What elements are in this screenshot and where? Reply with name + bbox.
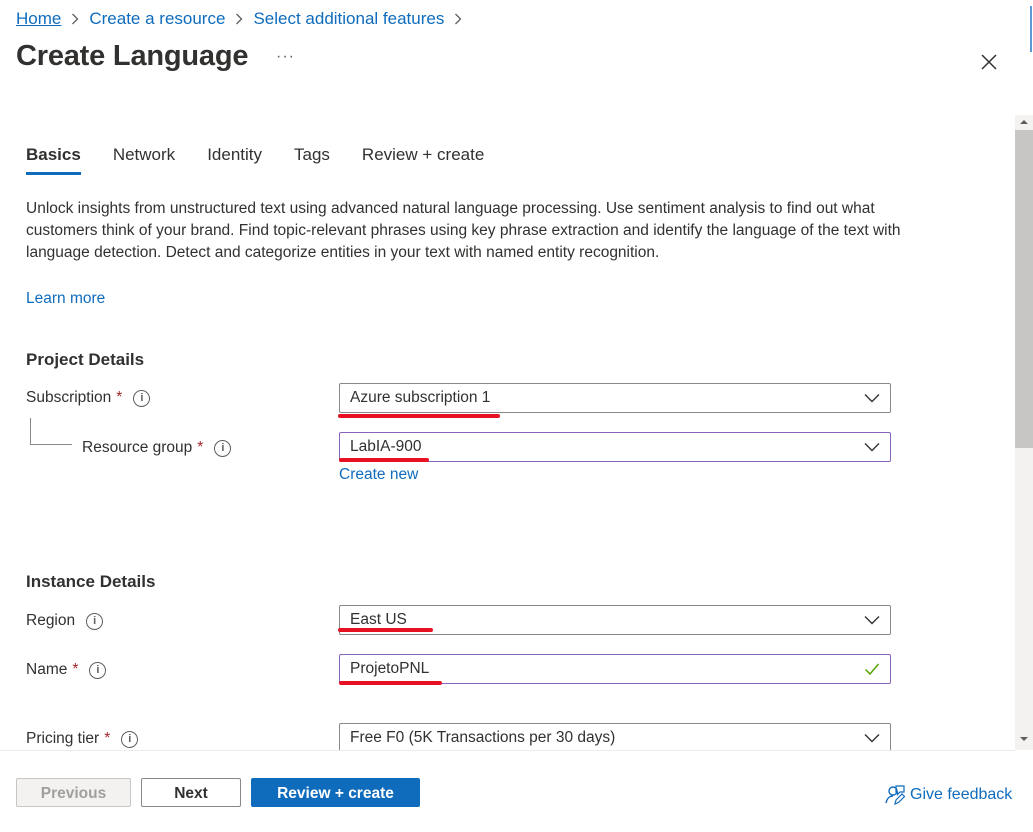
red-underline-annotation [339, 681, 442, 685]
previous-button[interactable]: Previous [16, 778, 131, 807]
chevron-right-icon [454, 13, 462, 25]
resource-group-label: Resource group * i [82, 439, 232, 457]
region-value: East US [350, 611, 407, 628]
scrollbar-thumb[interactable] [1015, 130, 1033, 448]
info-icon[interactable]: i [133, 389, 151, 407]
resource-group-value: LabIA-900 [350, 438, 422, 455]
give-feedback-link[interactable]: Give feedback [884, 784, 1012, 806]
breadcrumb: Home Create a resource Select additional… [16, 8, 472, 30]
breadcrumb-home-link[interactable]: Home [16, 9, 61, 29]
red-underline-annotation [339, 458, 429, 462]
required-asterisk: * [197, 439, 204, 456]
required-asterisk: * [72, 661, 79, 678]
page-title: Create Language [16, 40, 249, 72]
learn-more-link[interactable]: Learn more [26, 290, 105, 308]
close-icon [981, 54, 997, 70]
more-options-button[interactable]: ··· [276, 48, 295, 66]
chevron-down-icon [864, 394, 880, 403]
checkmark-icon [864, 663, 880, 676]
info-icon[interactable]: i [89, 661, 107, 679]
give-feedback-label: Give feedback [910, 786, 1013, 803]
info-icon[interactable]: i [121, 730, 139, 748]
chevron-down-icon [864, 443, 880, 452]
feedback-person-icon [885, 785, 906, 806]
required-asterisk: * [104, 730, 111, 747]
pricing-tier-label-text: Pricing tier [26, 730, 100, 747]
subscription-dropdown[interactable]: Azure subscription 1 [339, 383, 891, 413]
tab-tags[interactable]: Tags [294, 145, 330, 175]
description-text: Unlock insights from unstructured text u… [26, 200, 901, 261]
name-value: ProjetoPNL [350, 660, 430, 677]
project-details-heading: Project Details [26, 350, 145, 369]
subscription-value: Azure subscription 1 [350, 389, 491, 406]
create-new-link[interactable]: Create new [339, 466, 418, 484]
instance-details-heading: Instance Details [26, 572, 156, 591]
tab-basics[interactable]: Basics [26, 145, 81, 175]
scroll-up-arrow-icon[interactable] [1015, 115, 1033, 129]
breadcrumb-additional-features-link[interactable]: Select additional features [253, 9, 444, 29]
review-create-button[interactable]: Review + create [251, 778, 420, 807]
tab-review-create[interactable]: Review + create [362, 145, 484, 175]
region-label-text: Region [26, 612, 76, 629]
red-underline-annotation [338, 628, 433, 632]
tab-network[interactable]: Network [113, 145, 175, 175]
next-button[interactable]: Next [141, 778, 241, 807]
tab-identity[interactable]: Identity [207, 145, 262, 175]
close-button[interactable] [979, 52, 999, 72]
chevron-right-icon [71, 13, 79, 25]
chevron-right-icon [235, 13, 243, 25]
subscription-label-text: Subscription [26, 389, 112, 406]
info-icon[interactable]: i [214, 439, 232, 457]
tree-connector [30, 418, 72, 445]
pricing-tier-dropdown[interactable]: Free F0 (5K Transactions per 30 days) [339, 723, 891, 753]
info-icon[interactable]: i [86, 612, 104, 630]
subscription-label: Subscription * i [26, 389, 151, 407]
footer-divider [0, 750, 1015, 751]
resource-group-label-text: Resource group [82, 439, 193, 456]
scroll-down-arrow-icon[interactable] [1015, 732, 1033, 746]
window-edge [1030, 6, 1032, 52]
pricing-tier-label: Pricing tier * i [26, 730, 139, 748]
red-underline-annotation [338, 414, 500, 418]
region-label: Region i [26, 612, 104, 630]
pricing-tier-value: Free F0 (5K Transactions per 30 days) [350, 729, 616, 746]
name-label-text: Name [26, 661, 68, 678]
chevron-down-icon [864, 616, 880, 625]
chevron-down-icon [864, 734, 880, 743]
breadcrumb-create-resource-link[interactable]: Create a resource [89, 9, 225, 29]
required-asterisk: * [116, 389, 123, 406]
name-label: Name * i [26, 661, 107, 679]
tab-bar: Basics Network Identity Tags Review + cr… [26, 145, 516, 175]
name-input[interactable]: ProjetoPNL [339, 654, 891, 684]
